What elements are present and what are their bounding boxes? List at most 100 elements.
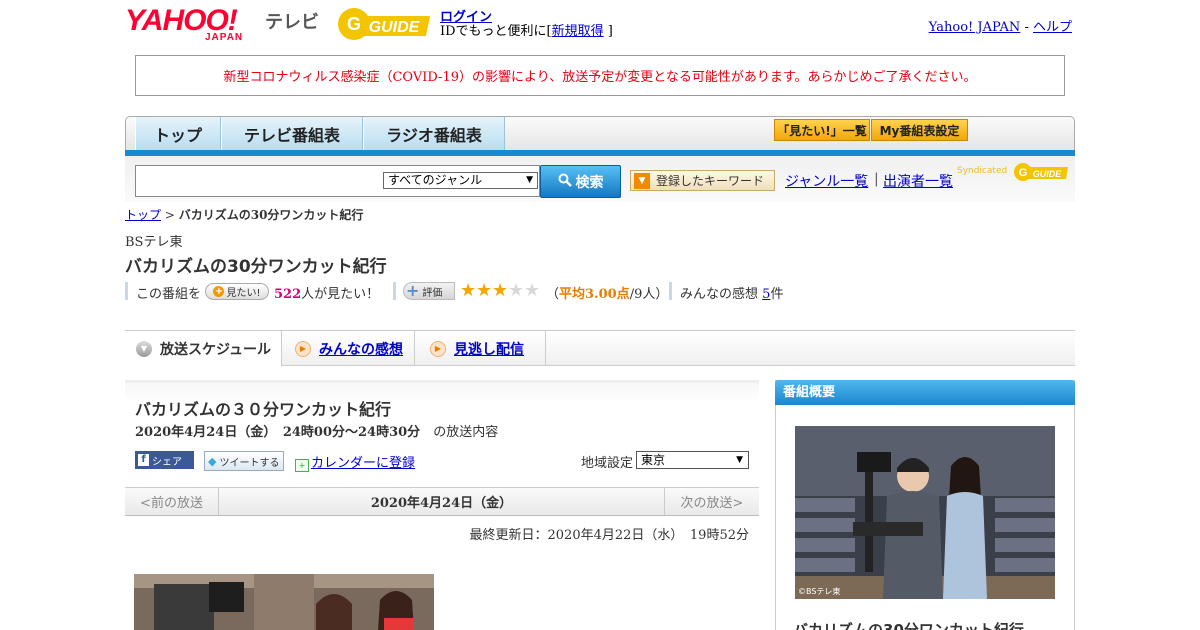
search-button[interactable]: 検索 [540,165,621,198]
mitai-button[interactable]: + 見たい! [205,283,269,300]
tab-reviews[interactable]: ▶ みんなの感想 [283,331,415,366]
svg-text:GUIDE: GUIDE [369,19,421,36]
logo-japan-text: JAPAN [205,32,244,43]
evaluate-button[interactable]: + 評価 [403,282,455,300]
rating-open: （ [546,287,560,302]
last-updated: 最終更新日：2020年4月22日（水） 19時52分 [469,528,749,543]
gguide-small-logo: G GUIDE [1013,161,1069,183]
link-divider: | [874,171,879,187]
calendar-register-link[interactable]: + カレンダーに登録 [295,452,415,472]
mitai-count: 522 [274,287,302,302]
photo-credit: ©BSテレ東 [798,586,840,596]
genre-select-value: すべてのジャンル [388,173,483,187]
mitai-suffix: 人が見たい！ [301,287,380,302]
calendar-add-icon: + [295,459,309,472]
login-subtext: IDでもっと便利に[新規取得 ] [440,20,613,39]
star-filled-icon: ★ [460,280,477,301]
covid-notice: 新型コロナウィルス感染症（COVID-19）の影響により、放送予定が変更となる可… [135,55,1065,96]
svg-text:G: G [1019,167,1028,179]
triangle-down-icon: ▼ [136,340,152,357]
search-button-label: 検索 [575,174,604,191]
star-filled-icon: ★ [476,280,493,301]
register-link[interactable]: 新規取得 [552,24,604,39]
tweet-button[interactable]: ◆ ツイートする [204,451,284,471]
stats-divider [393,282,396,300]
cast-list-link[interactable]: 出演者一覧 [883,171,953,191]
svg-text:G: G [347,14,361,34]
gguide-logo: G GUIDE [334,6,434,42]
genre-list-link[interactable]: ジャンル一覧 [785,171,868,191]
keyword-button-label: 登録したキーワード [656,174,765,188]
yahoo-japan-link[interactable]: Yahoo! JAPAN [929,20,1021,35]
rating-text: （平均3.00点/9人） [546,283,668,302]
broadcast-header: バカリズムの３０分ワンカット紀行 2020年4月24日（金） 24時00分～24… [125,380,759,486]
nav-tab-top[interactable]: トップ [135,117,221,151]
tab-schedule[interactable]: ▼ 放送スケジュール [125,331,282,367]
program-stats: この番組を + 見たい! 522人が見たい！ + 評価 ★ ★ ★ ★ ★ （平均3.00点… [125,280,825,302]
evaluate-button-label: 評価 [422,287,443,299]
plus-icon: + [213,286,225,297]
date-navigation: <前の放送 2020年4月24日（金） 次の放送> [125,487,759,516]
mitai-count-text: 522人が見たい！ [274,283,379,302]
nav-tab-tv[interactable]: テレビ番組表 [221,117,363,151]
login-sub-suffix: ] [607,24,613,39]
review-count-text: みんなの感想 5件 [680,283,783,302]
top-right-separator: - [1024,20,1029,35]
nav-tab-radio[interactable]: ラジオ番組表 [363,117,505,151]
program-summary-box: 番組概要 ©BSテレ東 バカリズムの30分ワンカット紀行 [775,380,1075,630]
facebook-icon: f [138,454,149,466]
dropdown-arrow-icon: ▼ [526,175,533,185]
broadcast-datetime-suffix: の放送内容 [433,425,499,440]
mitai-list-button[interactable]: 「見たい!」一覧 [774,119,870,141]
page-title: バカリズムの30分ワンカット紀行 [125,257,387,277]
star-filled-icon: ★ [492,280,509,301]
login-sub-prefix: IDでもっと便利に[ [440,24,552,39]
broadcast-title: バカリズムの３０分ワンカット紀行 [135,400,392,419]
plus-icon: + [406,281,420,300]
review-suffix: 件 [770,287,784,302]
breadcrumb-separator: > [164,208,175,222]
stats-divider [125,282,128,300]
broadcast-time: 2020年4月24日（金） 24時00分～24時30分 の放送内容 [135,421,498,440]
top-right-links: Yahoo! JAPAN - ヘルプ [929,16,1072,35]
syndicated-label: Syndicated [957,166,1008,176]
previous-broadcast-button[interactable]: <前の放送 [125,488,219,515]
review-prefix: みんなの感想 [680,287,759,302]
region-select[interactable]: 東京 ▼ [636,451,749,469]
facebook-share-button[interactable]: f シェア [135,451,194,469]
my-schedule-settings-button[interactable]: My番組表設定 [871,119,968,141]
breadcrumb-current: バカリズムの30分ワンカット紀行 [178,208,364,222]
section-title: テレビ [265,12,319,33]
program-tabs: ▼ 放送スケジュール ▶ みんなの感想 ▶ 見逃し配信 [125,330,1075,367]
region-select-value: 東京 [641,453,666,467]
broadcast-photo [134,574,434,630]
program-caption: バカリズムの30分ワンカット紀行 [793,621,1024,630]
mitai-button-label: 見たい! [226,288,261,299]
program-summary-header: 番組概要 [775,380,1075,405]
facebook-share-label: シェア [152,456,182,468]
stats-divider [669,282,672,300]
play-icon: ▶ [295,340,311,357]
triangle-down-icon: ▼ [634,172,650,189]
breadcrumb-top-link[interactable]: トップ [125,208,161,222]
tab-streaming-link[interactable]: 見逃し配信 [454,339,524,359]
tab-reviews-link[interactable]: みんなの感想 [319,339,403,359]
next-broadcast-button[interactable]: 次の放送> [664,488,759,515]
star-empty-icon: ★ [524,280,541,301]
program-photo: ©BSテレ東 [795,426,1055,599]
tab-streaming[interactable]: ▶ 見逃し配信 [416,331,546,366]
yahoo-japan-logo[interactable]: YAHOO! JAPAN [125,6,261,44]
search-bar: すべてのジャンル ▼ 検索 ▼ 登録したキーワード ジャンル一覧 | 出演者一覧 S… [125,156,1075,202]
svg-text:GUIDE: GUIDE [1033,169,1063,179]
registered-keyword-button[interactable]: ▼ 登録したキーワード [630,170,775,191]
channel-name: BSテレ東 [125,235,183,250]
genre-select[interactable]: すべてのジャンル ▼ [383,172,538,189]
stats-prefix: この番組を [136,287,202,302]
rating-count: /9人） [629,287,669,302]
twitter-bird-icon: ◆ [208,454,217,468]
region-label: 地域設定 [581,456,634,471]
tab-schedule-label: 放送スケジュール [160,341,272,358]
play-icon: ▶ [430,340,446,357]
current-broadcast-date: 2020年4月24日（金） [370,496,513,511]
help-link[interactable]: ヘルプ [1033,20,1072,35]
